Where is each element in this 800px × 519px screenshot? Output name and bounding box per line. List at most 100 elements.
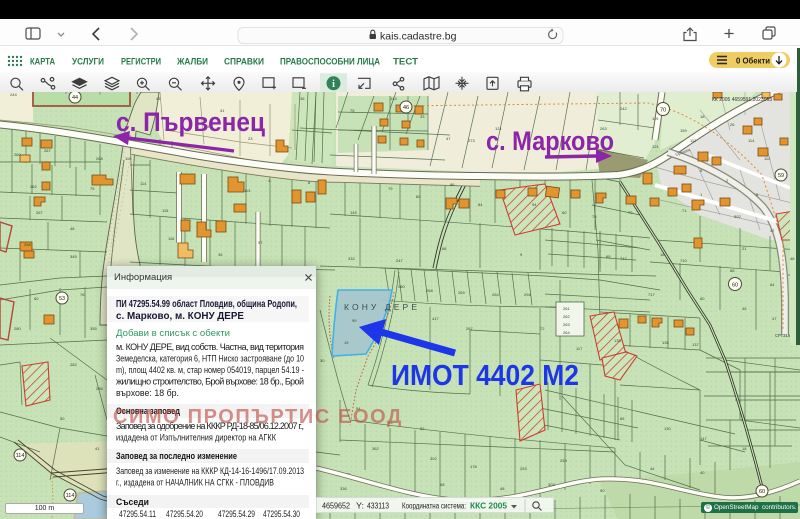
svg-text:268: 268	[96, 156, 103, 161]
svg-text:502: 502	[734, 214, 741, 219]
svg-text:332: 332	[348, 256, 355, 261]
svg-text:18: 18	[660, 252, 665, 257]
svg-text:75: 75	[90, 186, 95, 191]
svg-text:70: 70	[660, 108, 666, 114]
svg-text:114: 114	[140, 181, 147, 186]
svg-text:269: 269	[458, 290, 465, 295]
svg-text:ККС 2005: ККС 2005	[470, 501, 507, 511]
svg-text:112: 112	[690, 138, 697, 143]
svg-text:84: 84	[478, 202, 483, 207]
svg-text:97: 97	[258, 240, 263, 245]
svg-text:113: 113	[244, 188, 251, 193]
svg-text:117: 117	[576, 346, 583, 351]
svg-text:135: 135	[614, 338, 621, 343]
svg-text:178: 178	[470, 464, 477, 469]
svg-text:21: 21	[742, 246, 747, 251]
svg-text:26: 26	[730, 122, 735, 127]
svg-text:издадена от Изпълнителния дире: издадена от Изпълнителния директор на АГ…	[116, 433, 277, 443]
svg-text:114: 114	[66, 493, 75, 499]
svg-text:260: 260	[14, 152, 21, 157]
svg-text:79: 79	[388, 186, 393, 191]
svg-text:242: 242	[620, 106, 627, 111]
svg-text:41: 41	[95, 446, 100, 451]
svg-text:45: 45	[742, 306, 747, 311]
svg-text:СПРАВКИ: СПРАВКИ	[224, 57, 264, 67]
svg-text:47: 47	[446, 136, 451, 141]
svg-text:0 Обекти: 0 Обекти	[736, 55, 770, 65]
svg-text:ТЕСТ: ТЕСТ	[393, 57, 419, 67]
svg-text:417: 417	[432, 316, 439, 321]
svg-text:47295.54.29: 47295.54.29	[218, 509, 255, 519]
svg-text:280: 280	[14, 326, 21, 331]
svg-text:273: 273	[468, 138, 475, 143]
svg-text:Добави в списък с обекти: Добави в списък с обекти	[116, 328, 230, 339]
svg-text:144: 144	[390, 96, 397, 101]
svg-text:159: 159	[680, 128, 687, 133]
svg-text:КОНУ ДЕРЕ: КОНУ ДЕРЕ	[344, 302, 420, 312]
svg-text:119: 119	[652, 116, 659, 121]
svg-text:м. КОНУ ДЕРЕ, вид собств. Част: м. КОНУ ДЕРЕ, вид собств. Частна, вид те…	[116, 342, 304, 352]
svg-text:с. Марково, м. КОНУ ДЕРЕ: с. Марково, м. КОНУ ДЕРЕ	[116, 311, 244, 322]
svg-text:Информация: Информация	[114, 272, 172, 283]
svg-text:110: 110	[125, 156, 132, 161]
svg-text:РЕГИСТРИ: РЕГИСТРИ	[121, 57, 161, 67]
svg-text:Заповед за последно изменение: Заповед за последно изменение	[116, 451, 237, 462]
svg-text:433113: 433113	[367, 502, 389, 511]
svg-text:130: 130	[664, 426, 671, 431]
svg-text:60: 60	[34, 296, 39, 301]
svg-text:263: 263	[563, 322, 570, 327]
svg-text:294: 294	[524, 292, 531, 297]
svg-text:47295.54.20: 47295.54.20	[166, 509, 203, 519]
svg-text:18: 18	[742, 446, 747, 451]
svg-text:115: 115	[162, 208, 169, 213]
svg-text:72: 72	[540, 326, 545, 331]
svg-text:717: 717	[648, 292, 655, 297]
svg-text:116: 116	[168, 236, 175, 241]
svg-text:253: 253	[560, 458, 567, 463]
svg-text:40: 40	[700, 470, 705, 475]
svg-text:717: 717	[620, 256, 627, 261]
svg-text:68: 68	[442, 246, 447, 251]
svg-text:262: 262	[30, 184, 37, 189]
svg-text:с. Марково: с. Марково	[486, 126, 614, 156]
svg-text:46: 46	[403, 105, 409, 111]
svg-text:53: 53	[59, 296, 65, 302]
svg-text:Земеделска, категория 6, НТП Н: Земеделска, категория 6, НТП Ниско застр…	[116, 354, 304, 364]
svg-text:121: 121	[652, 144, 659, 149]
svg-text:КАРТА: КАРТА	[30, 57, 55, 67]
svg-text:710: 710	[680, 258, 687, 263]
svg-text:94: 94	[532, 202, 537, 207]
svg-text:90: 90	[600, 488, 605, 493]
svg-text:48: 48	[70, 226, 75, 231]
svg-text:303: 303	[548, 482, 555, 487]
svg-text:ПРАВОСПОСОБНИ ЛИЦА: ПРАВОСПОСОБНИ ЛИЦА	[280, 57, 380, 67]
svg-text:76: 76	[80, 292, 85, 297]
svg-text:362: 362	[372, 446, 379, 451]
svg-text:267: 267	[44, 148, 51, 153]
svg-text:i: i	[332, 79, 335, 90]
svg-text:44: 44	[650, 466, 655, 471]
svg-text:60: 60	[562, 210, 567, 215]
svg-text:36: 36	[218, 252, 223, 257]
svg-text:336: 336	[340, 486, 347, 491]
svg-text:ЖАЛБИ: ЖАЛБИ	[176, 57, 208, 67]
svg-text:262: 262	[563, 314, 570, 319]
svg-text:114: 114	[748, 138, 755, 143]
svg-text:64: 64	[770, 282, 775, 287]
svg-text:136: 136	[662, 340, 669, 345]
svg-text:г., издадена от НАЧАЛНИК НА СГ: г., издадена от НАЧАЛНИК НА СГКК - ПЛОВД…	[116, 478, 274, 488]
svg-text:147: 147	[700, 436, 707, 441]
svg-text:112: 112	[764, 156, 771, 161]
svg-text:86: 86	[450, 182, 455, 187]
svg-text:Y:: Y:	[356, 502, 364, 511]
svg-text:УСЛУГИ: УСЛУГИ	[72, 57, 104, 67]
svg-text:264: 264	[563, 330, 570, 335]
svg-text:260: 260	[398, 284, 405, 289]
svg-text:355: 355	[90, 326, 97, 331]
svg-text:47: 47	[772, 316, 777, 321]
svg-text:kais.cadastre.bg: kais.cadastre.bg	[380, 31, 457, 43]
svg-text:47295.54.30: 47295.54.30	[263, 509, 300, 519]
svg-text:30: 30	[320, 358, 325, 363]
svg-text:ИМОТ 4402 М2: ИМОТ 4402 М2	[391, 360, 579, 392]
svg-text:33: 33	[420, 114, 425, 119]
